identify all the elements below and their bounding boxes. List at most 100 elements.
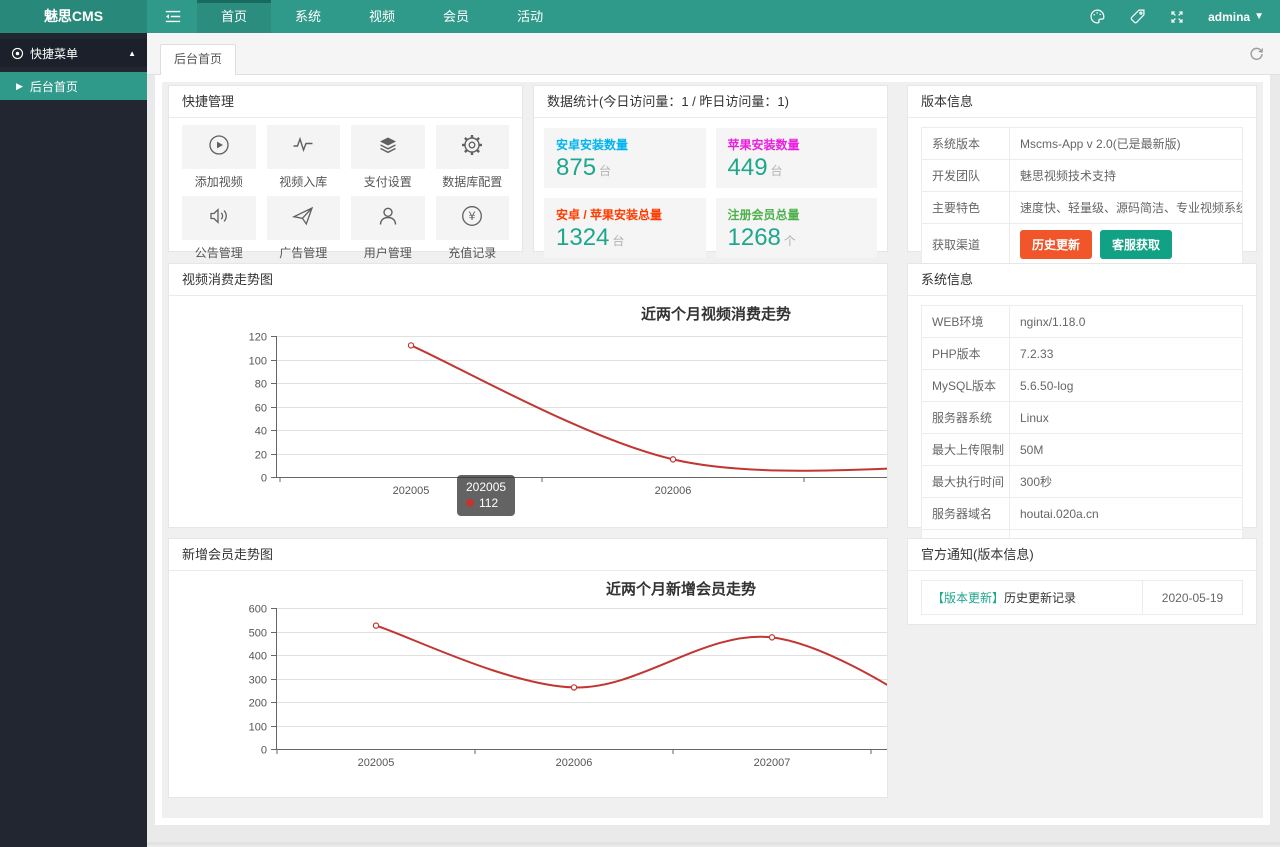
stat-value: 875 台 — [556, 154, 694, 182]
stat-unit: 台 — [612, 234, 625, 248]
layers-icon — [375, 132, 401, 163]
tab-dashboard[interactable]: 后台首页 — [160, 44, 237, 75]
row-value: 7.2.33 — [1009, 337, 1243, 370]
panel-version-info: 版本信息 系统版本 Mscms-App v 2.0(已是最新版) 开发团队 魅思视频技… — [907, 85, 1257, 266]
shortcut-database-config-button[interactable] — [435, 125, 509, 169]
notice-link[interactable]: 【版本更新】历史更新记录 — [921, 580, 1143, 615]
shortcut-item-video-import: 视频入库 — [266, 125, 340, 196]
panel-system-info: 系统信息 WEB环境 nginx/1.18.0 PHP版本 7.2.33 MySQL版本… — [907, 263, 1257, 562]
svg-text:202005: 202005 — [358, 757, 395, 769]
user-menu[interactable]: admina ▼ — [1208, 10, 1264, 24]
svg-text:600: 600 — [249, 604, 267, 616]
table-row: 开发团队 魅思视频技术支持 — [921, 159, 1243, 192]
svg-text:80: 80 — [255, 379, 267, 391]
shortcut-label: 数据库配置 — [442, 175, 503, 189]
fullscreen-icon[interactable] — [1169, 9, 1185, 25]
row-label: 服务器系统 — [921, 401, 1010, 434]
caret-down-icon: ▼ — [1254, 11, 1264, 22]
stat-unit: 台 — [599, 164, 612, 178]
shortcut-recharge-records-button[interactable]: ¥ — [435, 196, 509, 240]
yen-circle-icon: ¥ — [459, 203, 485, 234]
row-value: 魅思视频技术支持 — [1009, 159, 1243, 192]
svg-text:60: 60 — [255, 403, 267, 415]
row-label: PHP版本 — [921, 337, 1010, 370]
refresh-icon[interactable] — [1249, 46, 1264, 66]
svg-text:¥: ¥ — [469, 209, 476, 223]
palette-icon[interactable] — [1089, 8, 1106, 25]
panel-quick-manage: 快捷管理 添加视频 视频入库 支付设置 数据库配置 公告管理 广告管理 用户管理 ¥ 充值记录 — [168, 85, 523, 260]
stat-card-registered-members: 注册会员总量 1268 个 — [715, 198, 877, 258]
notice-text: 历史更新记录 — [1004, 591, 1077, 605]
row-label: 最大执行时间 — [921, 465, 1010, 498]
play-circle-icon — [206, 132, 232, 163]
speaker-icon — [206, 203, 232, 234]
row-value: 5.6.50-log — [1009, 369, 1243, 402]
svg-text:500: 500 — [249, 628, 267, 640]
header-actions: admina ▼ — [1089, 0, 1264, 33]
svg-text:202005: 202005 — [393, 485, 430, 497]
sidebar-group-label: 快捷菜单 — [30, 46, 79, 61]
shortcut-add-video-button[interactable] — [182, 125, 256, 169]
stat-label: 苹果安装数量 — [727, 138, 800, 152]
shortcut-users-button[interactable] — [351, 196, 425, 240]
stat-card-android-installs: 安卓安装数量 875 台 — [544, 128, 706, 188]
row-label: 服务器域名 — [921, 497, 1010, 530]
sidebar: 快捷菜单 ▲ ▶ 后台首页 — [0, 33, 147, 847]
stat-unit: 台 — [770, 164, 783, 178]
content-frame: 快捷管理 添加视频 视频入库 支付设置 数据库配置 公告管理 广告管理 用户管理 ¥ 充值记录 … — [155, 75, 1270, 825]
panel-title: 视频消费走势图 — [169, 264, 887, 296]
row-label: 获取渠道 — [921, 223, 1010, 266]
nav-item-member[interactable]: 会员 — [419, 0, 493, 33]
shortcut-label: 添加视频 — [194, 175, 243, 189]
system-info-table: WEB环境 nginx/1.18.0 PHP版本 7.2.33 MySQL版本 5.6.5… — [921, 305, 1243, 562]
stat-number: 1324 — [556, 224, 610, 251]
dashboard-content: 快捷管理 添加视频 视频入库 支付设置 数据库配置 公告管理 广告管理 用户管理 ¥ 充值记录 … — [162, 82, 1263, 818]
stat-card-total-installs: 安卓 / 苹果安装总量 1324 台 — [544, 198, 706, 258]
nav-item-video[interactable]: 视频 — [345, 0, 419, 33]
panel-title: 数据统计(今日访问量：1 / 昨日访问量：1) — [534, 86, 887, 118]
paper-plane-icon — [290, 203, 316, 234]
row-value: 50M — [1009, 433, 1243, 466]
notice-table: 【版本更新】历史更新记录 2020-05-19 — [921, 580, 1243, 615]
sidebar-item-dashboard[interactable]: ▶ 后台首页 — [0, 72, 147, 100]
sidebar-group-quick-menu[interactable]: 快捷菜单 ▲ — [0, 39, 147, 67]
nav-item-system[interactable]: 系统 — [271, 0, 345, 33]
chart-title: 近两个月视频消费走势 — [640, 306, 792, 323]
stat-unit: 个 — [783, 234, 796, 248]
row-value: houtai.020a.cn — [1009, 497, 1243, 530]
row-label: MySQL版本 — [921, 369, 1010, 402]
shortcut-video-import-button[interactable] — [266, 125, 340, 169]
support-contact-button[interactable]: 客服获取 — [1100, 230, 1173, 259]
tooltip-value: 112 — [479, 496, 499, 510]
table-row: PHP版本 7.2.33 — [921, 337, 1243, 370]
shortcut-item-database-config: 数据库配置 — [435, 125, 509, 196]
history-update-button[interactable]: 历史更新 — [1020, 230, 1093, 259]
svg-text:200: 200 — [249, 698, 267, 710]
chart-title: 近两个月新增会员走势 — [605, 581, 757, 598]
sidebar-toggle-icon[interactable] — [164, 9, 182, 29]
main-area: 后台首页 快捷管理 添加视频 视频入库 支付设置 数据库配置 公告管理 广告管理 用户管理 ¥… — [147, 33, 1280, 847]
table-row: 服务器系统 Linux — [921, 401, 1243, 434]
caret-right-icon: ▶ — [16, 80, 23, 91]
nav-item-activity[interactable]: 活动 — [493, 0, 567, 33]
main-nav: 首页 系统 视频 会员 活动 — [197, 0, 567, 33]
tag-icon[interactable] — [1129, 8, 1146, 25]
row-label: WEB环境 — [921, 305, 1010, 338]
svg-text:400: 400 — [249, 651, 267, 663]
stat-label: 安卓 / 苹果安装总量 — [556, 208, 663, 222]
stats-grid: 安卓安装数量 875 台苹果安装数量 449 台安卓 / 苹果安装总量 1324 台注册会员… — [534, 118, 887, 268]
panel-title: 版本信息 — [908, 86, 1256, 118]
row-value: Mscms-App v 2.0(已是最新版) — [1009, 127, 1243, 160]
stat-value: 1324 台 — [556, 224, 694, 252]
svg-text:120: 120 — [249, 332, 267, 344]
shortcut-ads-button[interactable] — [266, 196, 340, 240]
svg-text:202007: 202007 — [754, 757, 791, 769]
nav-item-home[interactable]: 首页 — [197, 0, 272, 33]
row-label: 开发团队 — [921, 159, 1010, 192]
shortcut-announcement-button[interactable] — [182, 196, 256, 240]
svg-text:202006: 202006 — [655, 485, 692, 497]
shortcut-payment-settings-button[interactable] — [351, 125, 425, 169]
user-icon — [375, 203, 401, 234]
table-row: 最大执行时间 300秒 — [921, 465, 1243, 498]
table-row: MySQL版本 5.6.50-log — [921, 369, 1243, 402]
